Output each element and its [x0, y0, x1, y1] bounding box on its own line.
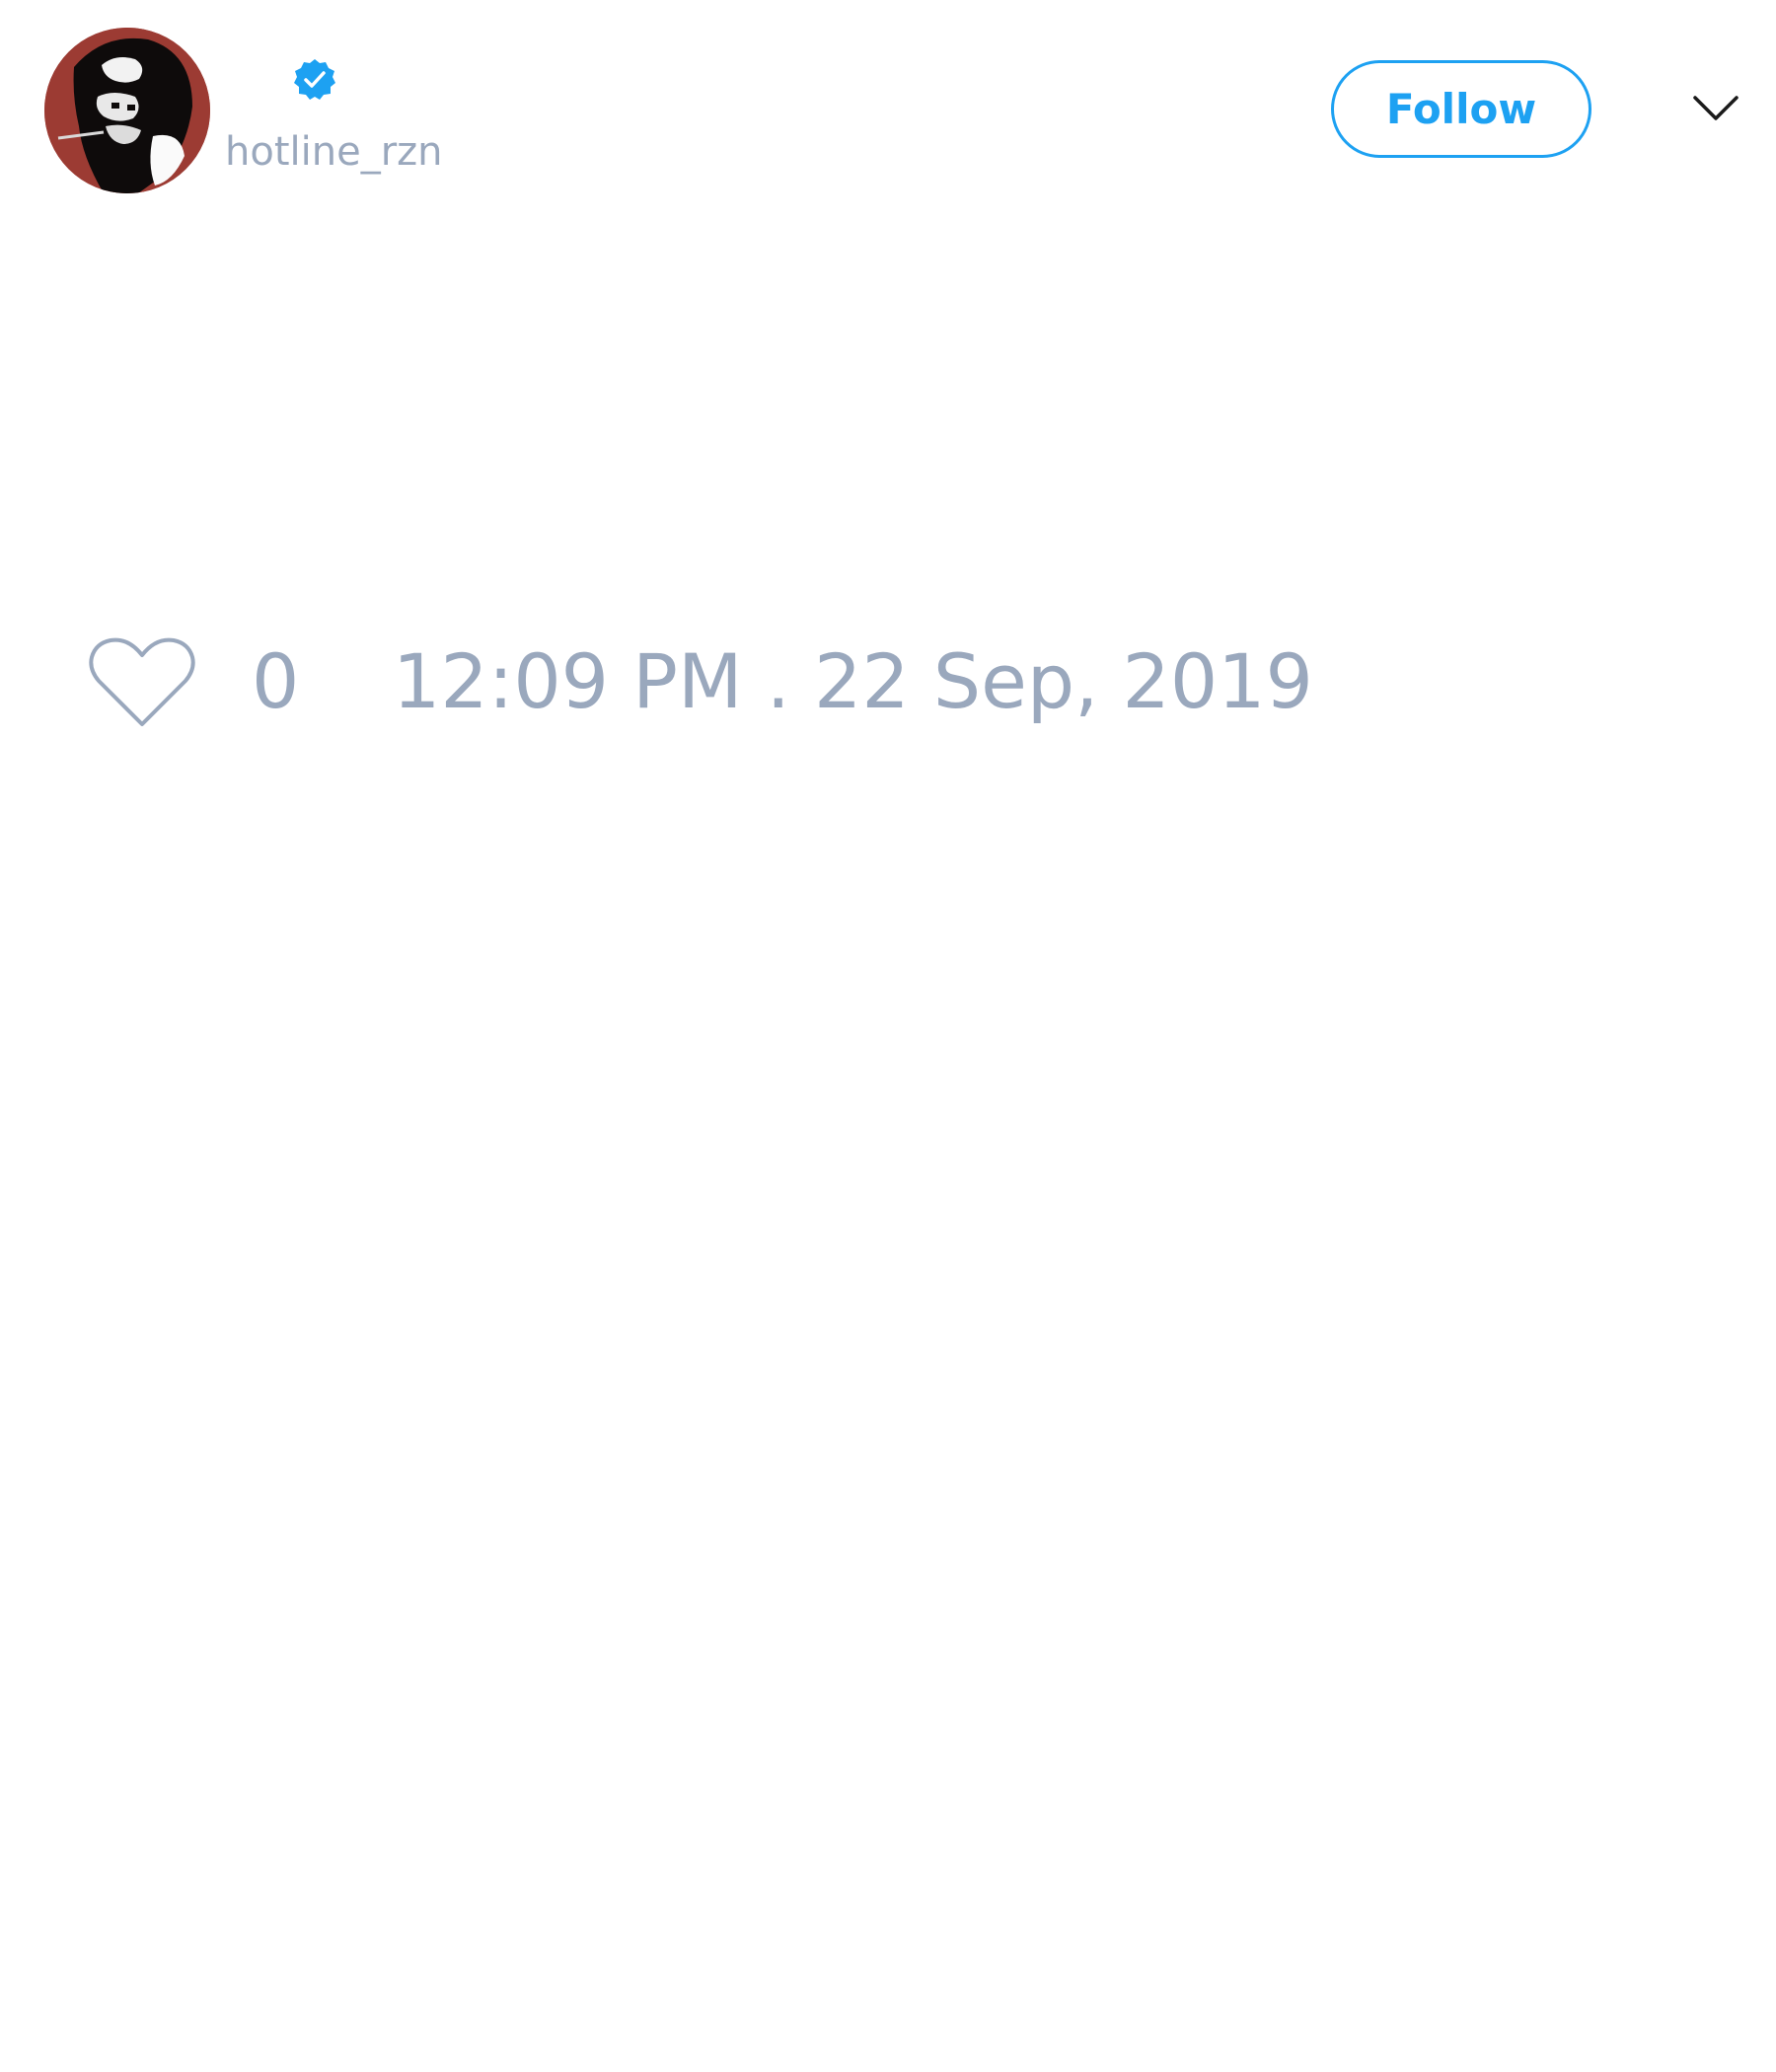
verified-badge-icon: [294, 59, 335, 100]
tweet-header: hotline_rzn Follow: [0, 0, 1776, 217]
like-count: 0: [252, 637, 300, 725]
follow-button[interactable]: Follow: [1331, 60, 1591, 158]
author-handle[interactable]: hotline_rzn: [225, 124, 443, 180]
tweet-footer: 0 12:09 PM . 22 Sep, 2019: [0, 612, 1776, 750]
avatar[interactable]: [44, 28, 210, 193]
heart-icon[interactable]: [89, 635, 195, 730]
avatar-portrait-image: [44, 28, 210, 193]
tweet-timestamp[interactable]: 12:09 PM . 22 Sep, 2019: [393, 637, 1313, 726]
chevron-down-icon[interactable]: [1692, 94, 1739, 123]
